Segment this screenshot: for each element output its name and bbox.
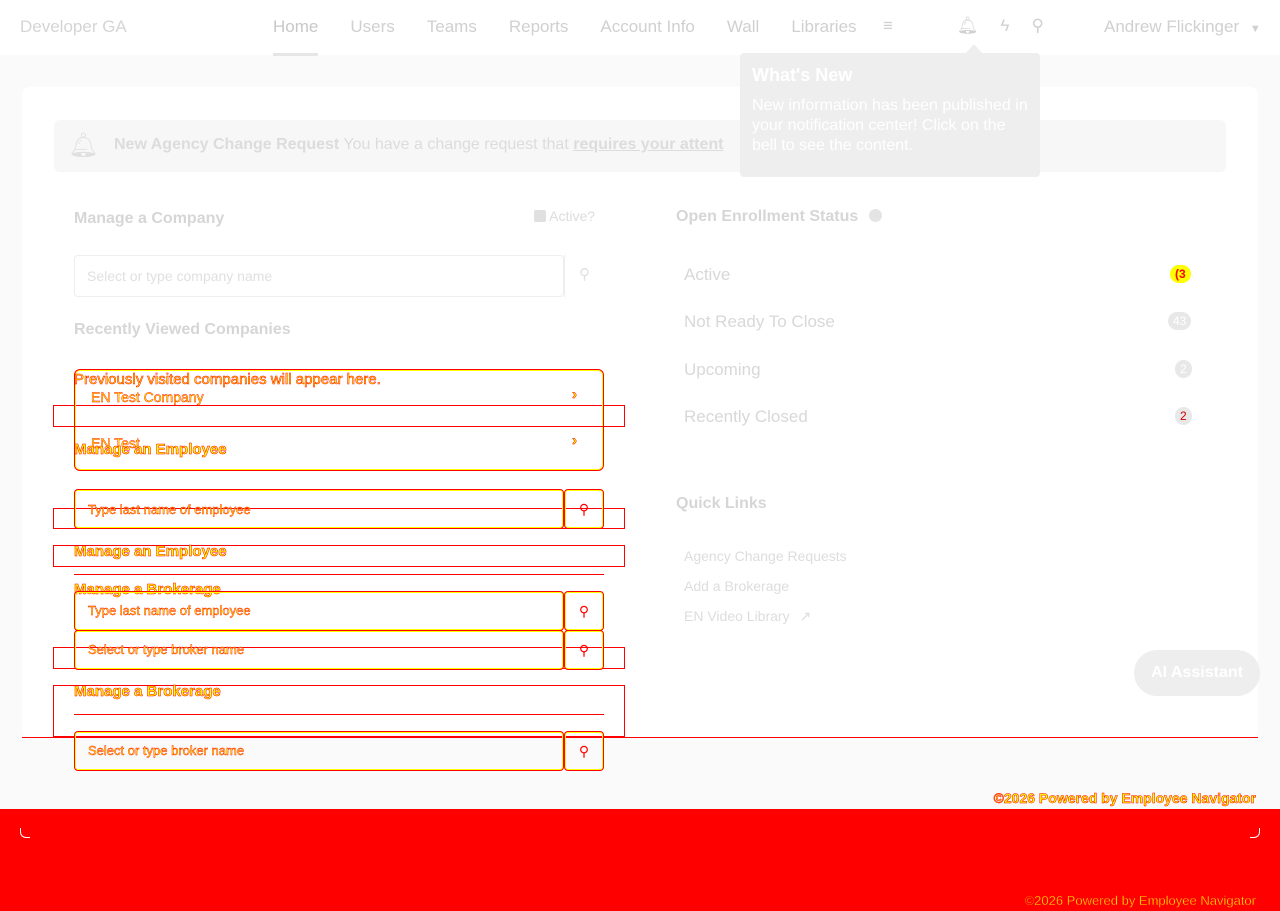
footer-text-duplicate: ©2026 Powered by Employee Navigator [1024,893,1256,908]
open-enrollment-title-text: Open Enrollment Status [676,208,859,225]
oe-row-not-ready[interactable]: Not Ready To Close [684,312,835,332]
chevron-right-icon: › [572,386,578,404]
quick-links-title: Quick Links [676,495,767,512]
oe-badge-active: (3 [1170,265,1191,283]
alert-link[interactable]: requires your attent [573,136,723,153]
bell-icon[interactable]: 🔔︎ [957,16,979,36]
ql-video-library[interactable]: EN Video Library ↗ [684,608,811,625]
search-icon: ⚲ [578,642,590,658]
section-divider [74,574,604,575]
nav-reports[interactable]: Reports [509,17,569,37]
search-icon[interactable]: ⚲ [1032,16,1044,36]
list-divider [74,426,604,427]
user-name: Andrew Flickinger [1104,17,1240,36]
nav-wall[interactable]: Wall [727,17,759,37]
open-enrollment-title: Open Enrollment Status [676,208,882,226]
oe-badge-recently-closed: 2 [1175,407,1192,425]
recent-empty-text: Previously visited companies will appear… [74,371,381,389]
nav-teams[interactable]: Teams [427,17,477,37]
user-menu[interactable]: Andrew Flickinger ▼ [1104,17,1261,37]
nav-home[interactable]: Home [273,17,319,56]
checkbox-icon [534,210,546,222]
footer-text: ©2026 Powered by Employee Navigator [993,790,1256,807]
oe-row-active[interactable]: Active [684,265,730,285]
company-search-input[interactable]: Select or type company name [74,255,564,297]
broker-search-placeholder: Select or type broker name [88,642,245,657]
employee-search-placeholder: Type last name of employee [88,502,251,517]
oe-badge-not-ready: 43 [1168,312,1192,330]
nav-icons: ≡ 🔔︎ ϟ ⚲ [883,16,1044,36]
alert-bell-icon: 🔔︎ [68,132,99,159]
main-nav: Home Users Teams Reports Account Info Wa… [273,17,857,56]
external-link-icon: ↗ [799,608,812,624]
corner-mark [20,828,30,838]
lightning-icon[interactable]: ϟ [1001,16,1010,36]
nav-users[interactable]: Users [350,17,394,37]
hamburger-icon[interactable]: ≡ [883,16,893,36]
ai-assistant-button[interactable]: AI Assistant [1134,650,1260,696]
oe-row-upcoming[interactable]: Upcoming [684,360,761,380]
popover-arrow [966,44,982,53]
active-checkbox[interactable]: Active? [534,208,595,224]
manage-company-title: Manage a Company [74,210,225,227]
nav-account-info[interactable]: Account Info [600,17,695,37]
chevron-right-icon: › [572,432,578,450]
alert-title: New Agency Change Request [114,136,340,153]
ql-add-brokerage[interactable]: Add a Brokerage [684,578,789,594]
search-icon: ⚲ [578,743,590,759]
popover-title: What's New [752,65,853,85]
manage-employee-title-duplicate: Manage an Employee [74,543,227,561]
alert-message: You have a change request that [343,136,569,153]
corner-mark [1250,828,1260,838]
whats-new-popover: What's New New information has been publ… [740,53,1040,177]
oe-row-recently-closed[interactable]: Recently Closed [684,407,808,427]
recently-viewed-title: Recently Viewed Companies [74,321,291,338]
recent-company-en-test-company[interactable]: EN Test Company [91,389,204,405]
broker-search-placeholder-duplicate: Select or type broker name [88,743,245,758]
employee-search-placeholder-duplicate: Type last name of employee [88,603,251,618]
employee-search-button-duplicate[interactable]: ⚲ [564,591,604,631]
search-icon: ⚲ [579,266,590,283]
broker-search-button-duplicate[interactable]: ⚲ [564,731,604,771]
brand-name[interactable]: Developer GA [20,17,127,37]
alert-text: New Agency Change Request You have a cha… [114,136,723,154]
broker-search-button[interactable]: ⚲ [564,630,604,670]
search-icon: ⚲ [578,603,590,619]
manage-brokerage-title-duplicate: Manage a Brokerage [74,683,221,701]
nav-libraries[interactable]: Libraries [791,17,856,37]
search-icon: ⚲ [578,501,590,517]
active-label: Active? [549,208,596,224]
caret-down-icon: ▼ [1249,23,1261,35]
ql-video-library-label: EN Video Library [684,608,790,624]
oe-badge-upcoming: 2 [1175,360,1192,378]
popover-body: New information has been published in yo… [752,97,1028,154]
employee-search-button[interactable]: ⚲ [564,489,604,529]
section-divider [74,714,604,715]
ql-agency-change-requests[interactable]: Agency Change Requests [684,548,847,564]
company-search-button[interactable]: ⚲ [564,255,604,297]
manage-employee-title: Manage an Employee [74,441,227,459]
info-icon[interactable] [868,209,882,222]
